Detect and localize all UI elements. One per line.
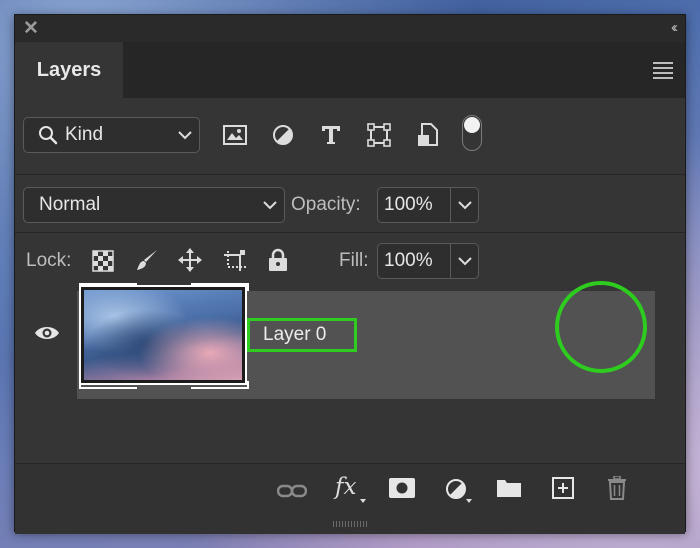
- fill-input[interactable]: 100%: [377, 243, 451, 279]
- adjustment-layer-icon[interactable]: [445, 478, 467, 500]
- fill-slider-button[interactable]: [450, 243, 479, 279]
- filter-toggle-switch[interactable]: [462, 115, 482, 151]
- thumbnail-bracket: [79, 283, 137, 291]
- fx-icon[interactable]: fx: [335, 474, 356, 500]
- panel-menu-icon[interactable]: [653, 62, 673, 82]
- close-icon[interactable]: ✕: [23, 19, 39, 38]
- chevron-down-icon: [177, 118, 193, 152]
- highlight-circle: [555, 281, 647, 373]
- lock-transparent-pixels-icon[interactable]: [92, 250, 114, 272]
- shape-filter-icon[interactable]: [367, 123, 391, 147]
- link-layers-icon[interactable]: [277, 483, 307, 499]
- fill-value: 100%: [384, 250, 433, 271]
- adjustment-dropdown-arrow: [466, 499, 472, 503]
- kind-label: Kind: [65, 124, 104, 145]
- thumbnail-bracket: [79, 381, 137, 389]
- panel-title-bar: ✕ ‹‹: [15, 15, 685, 42]
- layer-thumbnail[interactable]: [79, 285, 247, 385]
- tab-layers[interactable]: Layers: [15, 42, 123, 98]
- new-group-icon[interactable]: [496, 478, 522, 498]
- lock-position-icon[interactable]: [178, 248, 202, 272]
- image-filter-icon[interactable]: [223, 125, 247, 145]
- panel-content: Kind Normal Opacity: 100% Lock: Fill: 10…: [15, 98, 685, 534]
- adjustment-filter-icon[interactable]: [272, 124, 294, 146]
- collapse-panel-icon[interactable]: ‹‹: [671, 20, 678, 36]
- opacity-label: Opacity:: [291, 194, 361, 215]
- delete-layer-icon[interactable]: [607, 476, 627, 500]
- opacity-slider-button[interactable]: [450, 187, 479, 223]
- lock-label: Lock:: [26, 250, 72, 271]
- layer-name[interactable]: Layer 0: [247, 318, 357, 352]
- eye-visibility-icon[interactable]: [34, 325, 60, 341]
- blend-mode-dropdown[interactable]: Normal: [23, 187, 285, 223]
- sky-thumbnail-image: [84, 290, 242, 380]
- kind-filter-dropdown[interactable]: Kind: [23, 117, 200, 153]
- chevron-down-icon: [457, 244, 473, 278]
- thumbnail-bracket: [191, 381, 249, 389]
- new-layer-icon[interactable]: [552, 477, 574, 499]
- layer-mask-icon[interactable]: [389, 478, 415, 498]
- tab-strip: Layers: [15, 42, 685, 98]
- layers-panel: ✕ ‹‹ Layers Kind Normal Opacity: 100% Lo…: [14, 14, 686, 534]
- fx-dropdown-arrow: [360, 499, 366, 503]
- lock-all-icon[interactable]: [268, 248, 288, 272]
- resize-grip[interactable]: [333, 521, 369, 527]
- opacity-input[interactable]: 100%: [377, 187, 451, 223]
- type-filter-icon[interactable]: [320, 124, 342, 146]
- chevron-down-icon: [262, 188, 278, 222]
- blend-mode-value: Normal: [39, 194, 101, 215]
- fill-label: Fill:: [339, 250, 369, 271]
- chevron-down-icon: [457, 188, 473, 222]
- search-icon: [39, 126, 58, 145]
- lock-image-pixels-icon[interactable]: [135, 248, 159, 272]
- lock-artboard-icon[interactable]: [222, 249, 248, 273]
- opacity-value: 100%: [384, 194, 433, 215]
- smart-object-filter-icon[interactable]: [417, 123, 439, 147]
- thumbnail-bracket: [191, 283, 249, 291]
